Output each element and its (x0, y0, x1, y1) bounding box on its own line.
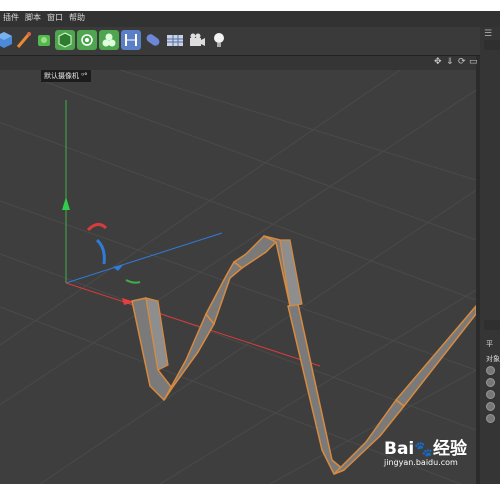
array-icon[interactable] (77, 30, 97, 50)
viewport-canvas (0, 70, 476, 484)
attribute-tab[interactable] (484, 320, 500, 330)
menu-window[interactable]: 窗口 (47, 12, 63, 23)
menu-bar: 插件 脚本 窗口 帮助 (0, 11, 500, 27)
toolbar (0, 27, 480, 56)
menu-script[interactable]: 脚本 (25, 12, 41, 23)
cloner-icon[interactable] (99, 30, 119, 50)
menu-lines-icon[interactable]: ☰ (484, 29, 492, 39)
viewport-header: ✥ ⇓ ⟳ ▭ (0, 56, 478, 70)
bend-icon[interactable] (121, 30, 141, 50)
right-panel-label-flat: 平 (486, 340, 493, 348)
viewport-3d[interactable]: Bai🐾经验 jingyan.baidu.com (0, 70, 476, 484)
radio-dot[interactable] (486, 414, 495, 423)
cube-icon[interactable] (0, 30, 14, 50)
menu-help[interactable]: 帮助 (69, 12, 85, 23)
light-icon[interactable] (209, 30, 229, 50)
floor-icon[interactable] (165, 30, 185, 50)
radio-dot[interactable] (486, 390, 495, 399)
right-panel-label-obj: 对象 (486, 355, 500, 363)
radio-dot[interactable] (486, 402, 495, 411)
watermark-url: jingyan.baidu.com (384, 458, 458, 467)
down-arrow-icon[interactable]: ⇓ (446, 57, 454, 67)
radio-dot[interactable] (486, 366, 495, 375)
camera-label: 默认摄像机 ⁰° (41, 70, 91, 82)
rotate-view-icon[interactable]: ⟳ (458, 57, 466, 67)
radio-dot[interactable] (486, 378, 495, 387)
extrude-icon[interactable] (55, 30, 75, 50)
camera-icon[interactable] (187, 30, 207, 50)
menu-plugins[interactable]: 插件 (3, 12, 19, 23)
maximize-view-icon[interactable]: ▭ (469, 57, 478, 67)
subdivision-icon[interactable] (34, 30, 54, 50)
pen-icon[interactable] (14, 30, 34, 50)
capsule-icon[interactable] (143, 30, 163, 50)
right-panel-tab[interactable] (484, 40, 500, 50)
move-view-icon[interactable]: ✥ (434, 57, 442, 67)
watermark-brand: Bai🐾经验 (384, 439, 467, 459)
top-strip (0, 0, 500, 11)
